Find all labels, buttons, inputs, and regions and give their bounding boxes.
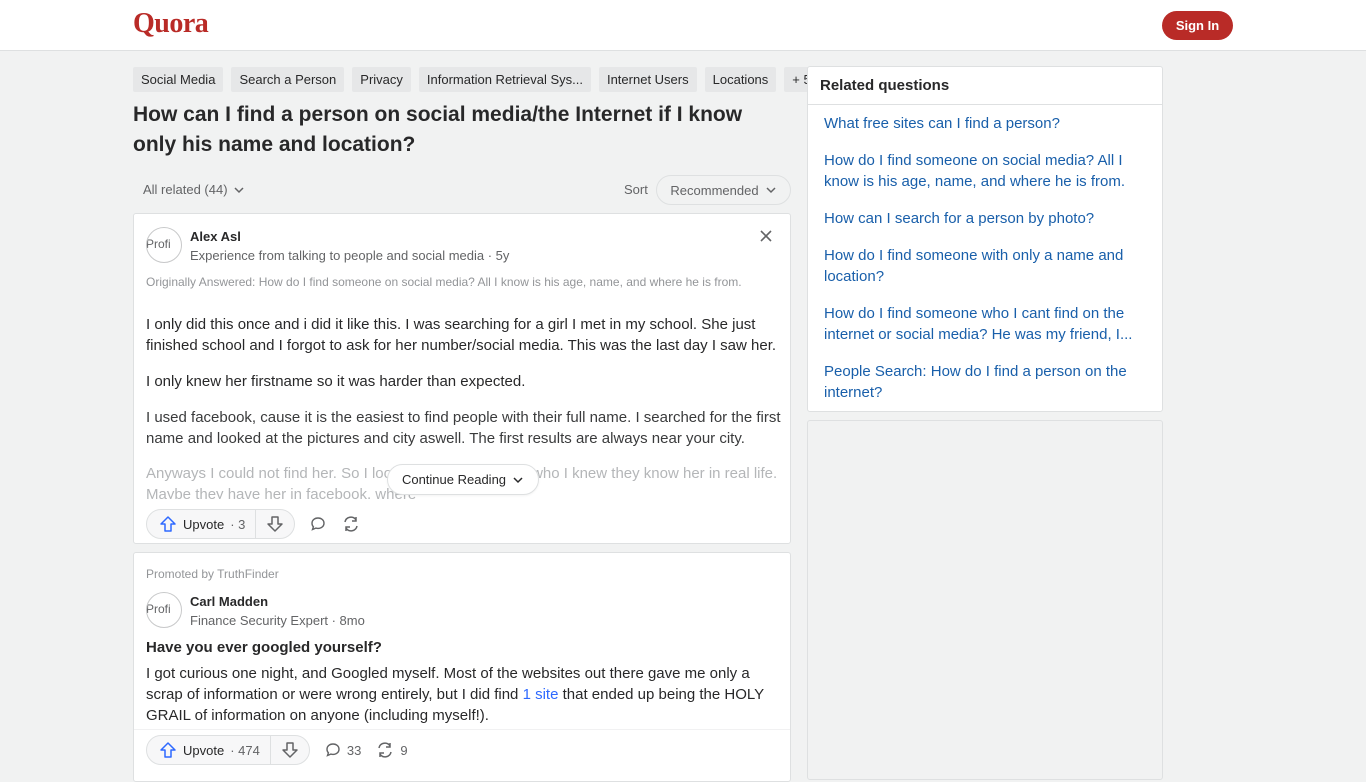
sign-in-button[interactable]: Sign In (1162, 11, 1233, 40)
promoted-by-label[interactable]: Promoted by TruthFinder (146, 567, 279, 581)
author-credential: Finance Security Expert · 8mo (190, 613, 365, 628)
all-related-label: All related (44) (143, 182, 228, 197)
share-button[interactable]: 9 (375, 735, 408, 765)
downvote-button[interactable] (271, 735, 309, 765)
chevron-down-icon (513, 476, 523, 483)
topic-tag-search-a-person[interactable]: Search a Person (231, 67, 345, 92)
downvote-arrow-icon (282, 742, 298, 758)
topic-tag-locations[interactable]: Locations (704, 67, 777, 92)
question-title: How can I find a person on social media/… (133, 103, 743, 156)
reshare-icon (378, 742, 393, 758)
related-question-link[interactable]: How do I find someone with only a name a… (824, 245, 1146, 287)
comment-button[interactable] (309, 509, 327, 539)
divider (134, 729, 790, 730)
related-questions-heading: Related questions (808, 67, 1162, 105)
sidebar-ad-slot (807, 420, 1163, 780)
related-question-link[interactable]: How do I find someone who I cant find on… (824, 303, 1146, 345)
related-questions-list: What free sites can I find a person? How… (808, 105, 1162, 403)
share-button[interactable] (341, 509, 361, 539)
upvote-arrow-icon (160, 516, 176, 532)
related-questions-panel: Related questions What free sites can I … (807, 66, 1163, 412)
top-header: Quora Sign In (0, 0, 1366, 51)
promoted-link[interactable]: 1 site (523, 686, 559, 703)
originally-answered[interactable]: Originally Answered: How do I find someo… (146, 273, 776, 291)
share-count: 9 (400, 742, 408, 758)
sort-dropdown[interactable]: Recommended (656, 175, 791, 205)
promoted-actions: Upvote · 474 33 9 (146, 735, 408, 765)
comment-icon (326, 743, 340, 757)
related-question-link[interactable]: How can I search for a person by photo? (824, 208, 1146, 229)
topic-tag-privacy[interactable]: Privacy (352, 67, 411, 92)
downvote-arrow-icon (267, 516, 284, 532)
reshare-icon (344, 516, 359, 532)
answer-card: Profi Alex Asl Experience from talking t… (133, 213, 791, 544)
upvote-count: · 474 (230, 742, 260, 758)
upvote-button[interactable]: Upvote · 474 (147, 735, 271, 765)
sort-value: Recommended (670, 182, 759, 198)
vote-pill: Upvote · 474 (146, 735, 310, 765)
all-related-dropdown[interactable]: All related (44) (143, 182, 245, 197)
answer-filter-row: All related (44) Sort Recommended (133, 175, 791, 205)
promoted-body: I got curious one night, and Googled mys… (146, 663, 781, 726)
downvote-button[interactable] (256, 509, 294, 539)
comment-icon (311, 517, 326, 531)
quora-logo[interactable]: Quora (133, 8, 209, 40)
vote-pill: Upvote · 3 (146, 509, 296, 539)
continue-reading-button[interactable]: Continue Reading (387, 464, 539, 495)
avatar[interactable]: Profi (146, 227, 182, 263)
answer-paragraph: I only did this once and i did it like t… (146, 316, 777, 354)
avatar[interactable]: Profi (146, 592, 182, 628)
answer-paragraph: I used facebook, cause it is the easiest… (146, 409, 781, 447)
upvote-button[interactable]: Upvote · 3 (147, 509, 257, 539)
upvote-count: · 3 (230, 516, 246, 532)
continue-reading-label: Continue Reading (401, 472, 507, 487)
comment-button[interactable]: 33 (324, 735, 361, 765)
related-question-link[interactable]: What free sites can I find a person? (824, 113, 1146, 134)
chevron-down-icon (766, 187, 776, 194)
promoted-card: Promoted by TruthFinder Profi Carl Madde… (133, 552, 791, 782)
topic-tag-internet-users[interactable]: Internet Users (598, 67, 697, 92)
sort-label: Sort (624, 182, 648, 197)
topic-tag-information-retrieval[interactable]: Information Retrieval Sys... (418, 67, 591, 92)
comment-count: 33 (346, 742, 362, 758)
answer-paragraph: I only knew her firstname so it was hard… (146, 373, 526, 390)
author-name[interactable]: Carl Madden (190, 594, 268, 609)
answer-actions: Upvote · 3 (146, 509, 361, 539)
topic-list: Social Media Search a Person Privacy Inf… (133, 67, 819, 92)
close-icon[interactable] (757, 227, 775, 245)
promoted-title[interactable]: Have you ever googled yourself? (146, 639, 382, 656)
related-question-link[interactable]: People Search: How do I find a person on… (824, 361, 1146, 403)
upvote-label: Upvote (183, 742, 225, 758)
chevron-down-icon (234, 186, 244, 193)
author-name[interactable]: Alex Asl (190, 229, 241, 244)
related-question-link[interactable]: How do I find someone on social media? A… (824, 150, 1146, 192)
upvote-label: Upvote (183, 516, 225, 532)
topic-tag-social-media[interactable]: Social Media (133, 67, 224, 92)
upvote-arrow-icon (160, 742, 176, 758)
author-credential: Experience from talking to people and so… (190, 248, 510, 263)
